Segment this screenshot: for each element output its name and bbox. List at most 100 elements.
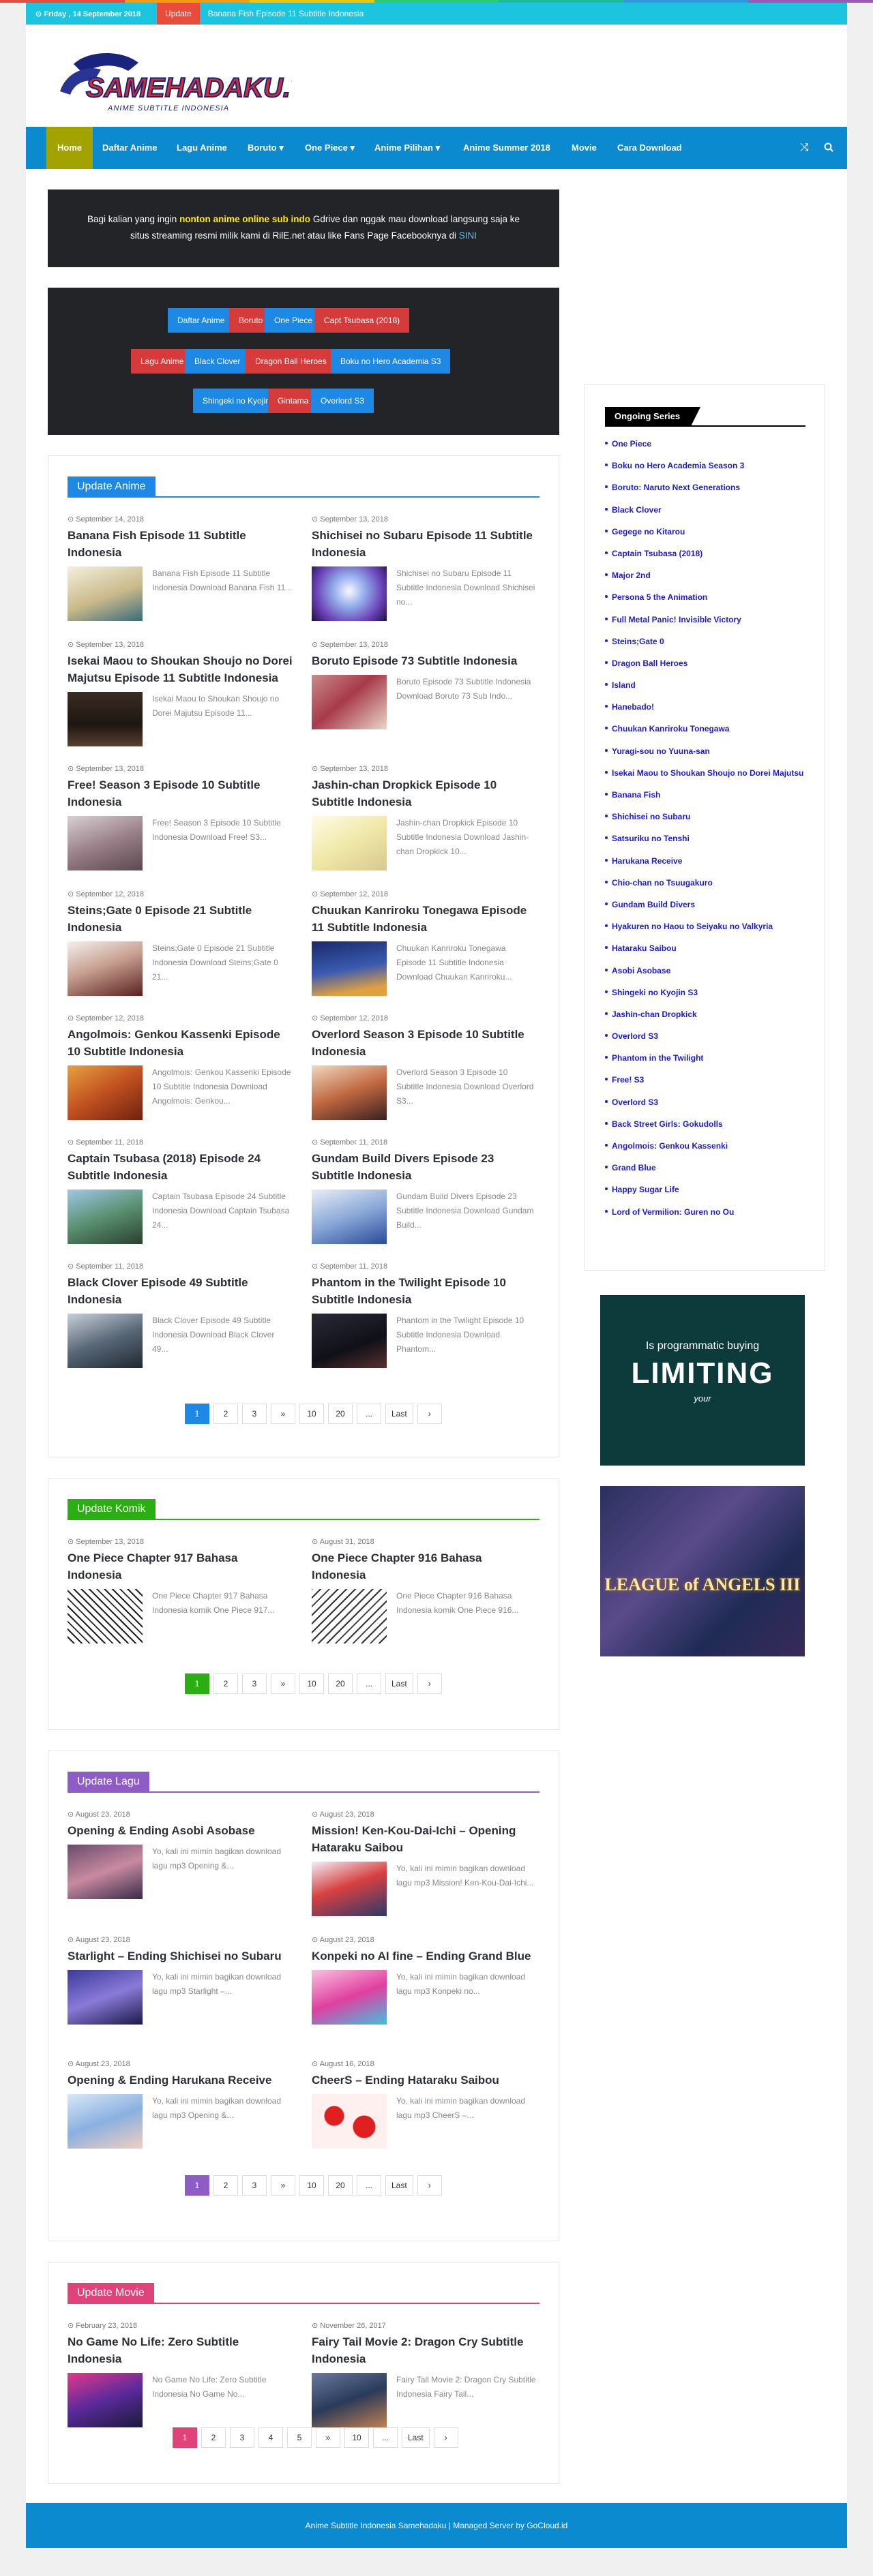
quick-link-daftar-anime[interactable]: Daftar Anime	[168, 308, 235, 333]
ongoing-item[interactable]: Overlord S3	[605, 1097, 805, 1108]
post-thumbnail[interactable]	[68, 1589, 143, 1643]
ongoing-item[interactable]: Overlord S3	[605, 1031, 805, 1042]
ongoing-item[interactable]: Isekai Maou to Shoukan Shoujo no Dorei M…	[605, 768, 805, 778]
ongoing-item[interactable]: Happy Sugar Life	[605, 1184, 805, 1195]
post-thumbnail[interactable]	[312, 816, 387, 870]
post-title[interactable]: Overlord Season 3 Episode 10 Subtitle In…	[312, 1026, 537, 1060]
ongoing-item[interactable]: Yuragi-sou no Yuuna-san	[605, 746, 805, 757]
ongoing-item[interactable]: Back Street Girls: Gokudolls	[605, 1119, 805, 1130]
post-title[interactable]: Angolmois: Genkou Kassenki Episode 10 Su…	[68, 1026, 293, 1060]
ongoing-item[interactable]: Lord of Vermilion: Guren no Ou	[605, 1207, 805, 1217]
page-link[interactable]: 10	[299, 2175, 324, 2196]
nav-home[interactable]: Home	[46, 127, 93, 169]
ad-banner-programmatic[interactable]: Is programmatic buying LIMITING your	[600, 1295, 805, 1466]
ongoing-item[interactable]: Hataraku Saibou	[605, 943, 805, 954]
post-title[interactable]: Free! Season 3 Episode 10 Subtitle Indon…	[68, 776, 293, 810]
ongoing-item[interactable]: Angolmois: Genkou Kassenki	[605, 1140, 805, 1151]
post-thumbnail[interactable]	[68, 2094, 143, 2149]
page-link[interactable]: 20	[328, 2175, 353, 2196]
nav-anime-summer-2018[interactable]: Anime Summer 2018	[463, 127, 550, 169]
ongoing-item[interactable]: Grand Blue	[605, 1162, 805, 1173]
ongoing-item[interactable]: Island	[605, 680, 805, 691]
post-thumbnail[interactable]	[68, 2373, 143, 2427]
page-link[interactable]: 20	[328, 1404, 353, 1424]
ongoing-item[interactable]: Full Metal Panic! Invisible Victory	[605, 614, 805, 625]
quick-link-capt-tsubasa[interactable]: Capt Tsubasa (2018)	[314, 308, 410, 333]
post-thumbnail[interactable]	[312, 675, 387, 729]
ongoing-item[interactable]: Steins;Gate 0	[605, 636, 805, 647]
page-next[interactable]: ›	[417, 2175, 442, 2196]
ongoing-item[interactable]: Harukana Receive	[605, 855, 805, 866]
nav-anime-pilihan[interactable]: Anime Pilihan ▾	[374, 127, 440, 169]
post-title[interactable]: Chuukan Kanriroku Tonegawa Episode 11 Su…	[312, 902, 537, 936]
post-title[interactable]: Captain Tsubasa (2018) Episode 24 Subtit…	[68, 1150, 293, 1184]
section-title[interactable]: Update Lagu	[68, 1772, 149, 1792]
post-thumbnail[interactable]	[68, 692, 143, 746]
page-link-current[interactable]: 1	[173, 2427, 197, 2448]
nav-lagu-anime[interactable]: Lagu Anime	[177, 127, 227, 169]
quick-link-lagu-anime[interactable]: Lagu Anime	[131, 349, 194, 374]
post-title[interactable]: Jashin-chan Dropkick Episode 10 Subtitle…	[312, 776, 537, 810]
section-title[interactable]: Update Komik	[68, 1499, 156, 1519]
ongoing-item[interactable]: Asobi Asobase	[605, 965, 805, 976]
nav-cara-download[interactable]: Cara Download	[617, 127, 682, 169]
post-thumbnail[interactable]	[68, 1970, 143, 2025]
page-link[interactable]: 4	[258, 2427, 283, 2448]
quick-link-boku-no-hero[interactable]: Boku no Hero Academia S3	[331, 349, 451, 374]
page-next[interactable]: ›	[433, 2427, 458, 2448]
page-link[interactable]: 2	[213, 1404, 238, 1424]
post-title[interactable]: Konpeki no AI fine – Ending Grand Blue	[312, 1948, 537, 1965]
post-thumbnail[interactable]	[68, 816, 143, 870]
ongoing-item[interactable]: Phantom in the Twilight	[605, 1052, 805, 1063]
ongoing-item[interactable]: Shingeki no Kyojin S3	[605, 987, 805, 998]
nav-one-piece[interactable]: One Piece ▾	[305, 127, 355, 169]
nav-daftar-anime[interactable]: Daftar Anime	[102, 127, 157, 169]
page-next[interactable]: ›	[417, 1404, 442, 1424]
ongoing-item[interactable]: Dragon Ball Heroes	[605, 658, 805, 669]
post-title[interactable]: Opening & Ending Asobi Asobase	[68, 1822, 293, 1839]
page-link[interactable]: 3	[242, 1404, 267, 1424]
news-ticker[interactable]: Banana Fish Episode 11 Subtitle Indonesi…	[200, 9, 364, 18]
ongoing-item[interactable]: Free! S3	[605, 1074, 805, 1085]
post-title[interactable]: Mission! Ken-Kou-Dai-Ichi – Opening Hata…	[312, 1822, 537, 1856]
page-link[interactable]: 10	[299, 1673, 324, 1694]
post-thumbnail[interactable]	[312, 1065, 387, 1120]
ad-banner-league-of-angels[interactable]: LEAGUE of ANGELS III	[600, 1486, 805, 1656]
post-thumbnail[interactable]	[68, 1189, 143, 1244]
ongoing-item[interactable]: Chio-chan no Tsuugakuro	[605, 877, 805, 888]
page-next[interactable]: ›	[417, 1673, 442, 1694]
post-thumbnail[interactable]	[68, 1065, 143, 1120]
quick-link-one-piece[interactable]: One Piece	[265, 308, 323, 333]
post-title[interactable]: One Piece Chapter 917 Bahasa Indonesia	[68, 1549, 293, 1584]
ongoing-item[interactable]: Gegege no Kitarou	[605, 526, 805, 537]
facebook-link[interactable]: SINI	[459, 230, 477, 241]
post-thumbnail[interactable]	[312, 2373, 387, 2427]
page-link[interactable]: 10	[344, 2427, 369, 2448]
page-last[interactable]: Last	[385, 2175, 413, 2196]
page-next-more[interactable]: »	[316, 2427, 340, 2448]
ongoing-item[interactable]: Captain Tsubasa (2018)	[605, 548, 805, 559]
post-thumbnail[interactable]	[312, 1589, 387, 1643]
ongoing-item[interactable]: Major 2nd	[605, 570, 805, 581]
page-last[interactable]: Last	[402, 2427, 430, 2448]
page-link[interactable]: 3	[242, 1673, 267, 1694]
page-last[interactable]: Last	[385, 1404, 413, 1424]
post-title[interactable]: One Piece Chapter 916 Bahasa Indonesia	[312, 1549, 537, 1584]
post-title[interactable]: Banana Fish Episode 11 Subtitle Indonesi…	[68, 527, 293, 561]
ongoing-item[interactable]: One Piece	[605, 438, 805, 449]
post-title[interactable]: No Game No Life: Zero Subtitle Indonesia	[68, 2333, 293, 2367]
post-title[interactable]: Black Clover Episode 49 Subtitle Indones…	[68, 1274, 293, 1308]
page-last[interactable]: Last	[385, 1673, 413, 1694]
ongoing-item[interactable]: Hyakuren no Haou to Seiyaku no Valkyria	[605, 921, 805, 932]
page-link[interactable]: 20	[328, 1673, 353, 1694]
ongoing-item[interactable]: Jashin-chan Dropkick	[605, 1009, 805, 1020]
post-title[interactable]: Isekai Maou to Shoukan Shoujo no Dorei M…	[68, 652, 293, 686]
ongoing-item[interactable]: Chuukan Kanriroku Tonegawa	[605, 723, 805, 734]
post-thumbnail[interactable]	[68, 566, 143, 621]
post-thumbnail[interactable]	[312, 1970, 387, 2025]
ongoing-item[interactable]: Boku no Hero Academia Season 3	[605, 460, 805, 471]
page-next-more[interactable]: »	[271, 1404, 295, 1424]
ongoing-item[interactable]: Satsuriku no Tenshi	[605, 833, 805, 844]
ongoing-item[interactable]: Hanebado!	[605, 701, 805, 712]
page-link-current[interactable]: 1	[185, 1673, 209, 1694]
